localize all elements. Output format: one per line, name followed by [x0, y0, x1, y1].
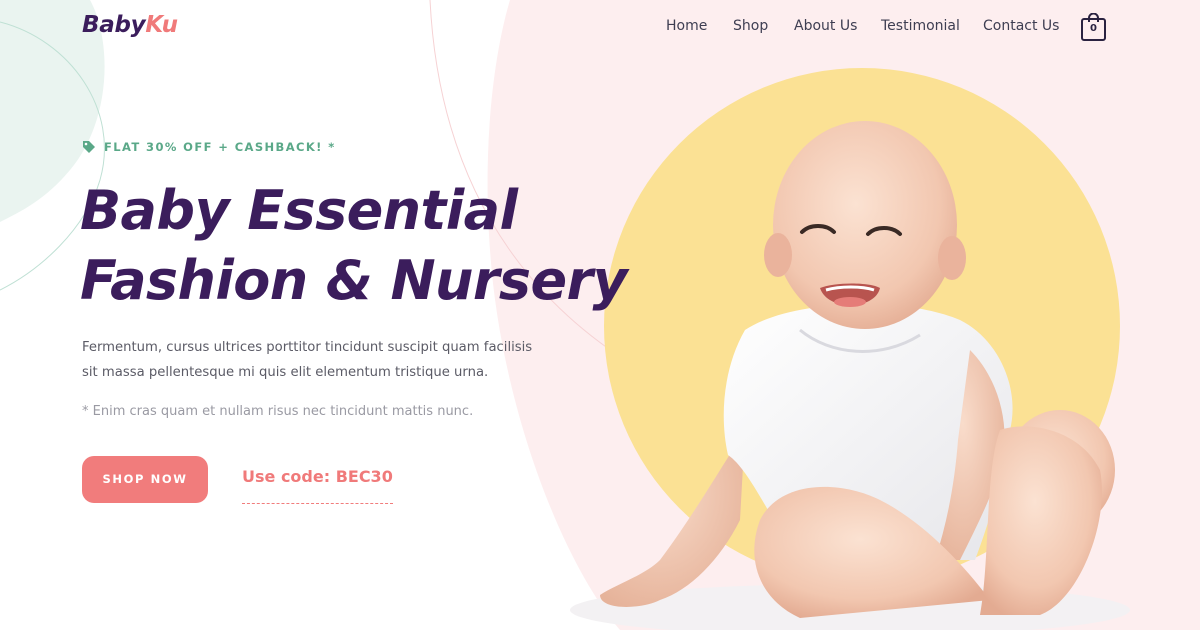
site-header: BabyKu Home Shop About Us Testimonial Co…	[0, 0, 1200, 56]
nav-shop[interactable]: Shop	[733, 18, 768, 34]
nav-testimonial[interactable]: Testimonial	[881, 18, 960, 34]
cart-button[interactable]: 0	[1081, 13, 1106, 41]
nav-contact-us[interactable]: Contact Us	[983, 18, 1059, 34]
tag-icon	[83, 141, 95, 153]
nav-about-us[interactable]: About Us	[794, 18, 857, 34]
hero-description: Fermentum, cursus ultrices porttitor tin…	[82, 340, 533, 380]
headline-line-2: Fashion & Nursery	[80, 249, 628, 312]
cart-count: 0	[1090, 23, 1097, 34]
headline-line-1: Baby Essential	[80, 179, 518, 242]
nav-home[interactable]: Home	[666, 18, 707, 34]
yellow-circle	[604, 68, 1120, 584]
hero-headline: Baby Essential Fashion & Nursery	[80, 176, 640, 316]
promo-text: FLAT 30% OFF + CASHBACK! *	[104, 140, 336, 154]
hero-note: * Enim cras quam et nullam risus nec tin…	[82, 404, 474, 419]
shop-now-button[interactable]: SHOP NOW	[82, 456, 208, 503]
coupon-code[interactable]: Use code: BEC30	[242, 467, 393, 504]
main-nav: Home Shop About Us Testimonial Contact U…	[0, 18, 1200, 38]
